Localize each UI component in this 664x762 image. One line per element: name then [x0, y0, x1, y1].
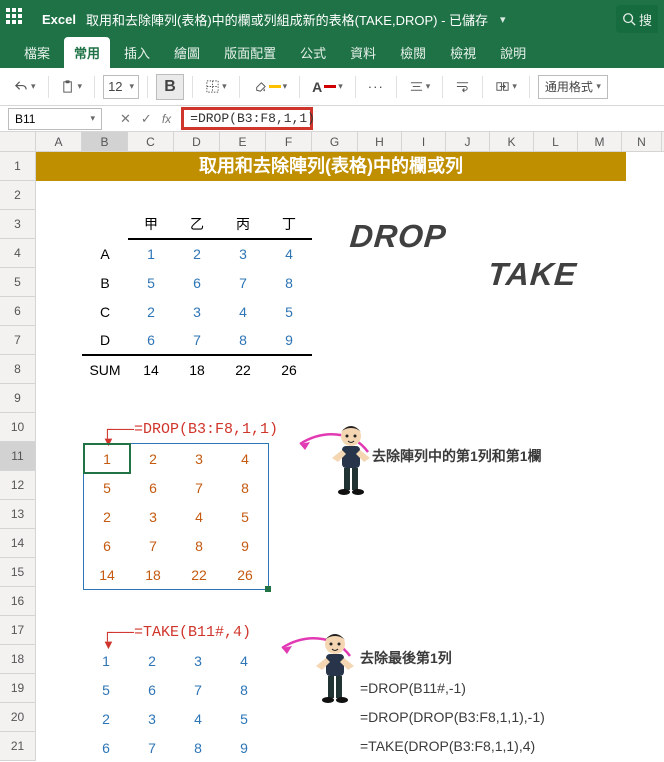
borders-button[interactable]: ▾: [201, 76, 231, 97]
row-header[interactable]: 3: [0, 210, 36, 239]
col-header[interactable]: C: [128, 132, 174, 151]
source-table: 甲 乙 丙 丁 A1234 B5678 C2345 D6789 SUM14182…: [82, 210, 312, 384]
row-header[interactable]: 6: [0, 297, 36, 326]
character-icon: [324, 422, 378, 505]
app-name: Excel: [42, 12, 76, 27]
formula-bar: B11▾ ✕ ✓ fx =DROP(B3:F8,1,1): [0, 106, 664, 132]
row-header[interactable]: 15: [0, 558, 36, 587]
cancel-icon[interactable]: ✕: [120, 111, 131, 127]
col-header[interactable]: H: [358, 132, 402, 151]
annotation-formula: =DROP(B11#,-1): [360, 680, 466, 696]
col-header[interactable]: E: [220, 132, 266, 151]
font-color-button[interactable]: A▾: [308, 76, 347, 98]
row-header[interactable]: 21: [0, 732, 36, 761]
worksheet[interactable]: A B C D E F G H I J K L M N 1 2 3 4 5 6 …: [0, 132, 664, 736]
col-header[interactable]: G: [312, 132, 358, 151]
tab-draw[interactable]: 繪圖: [164, 37, 210, 68]
app-launcher-icon[interactable]: [6, 8, 28, 30]
row-header[interactable]: 19: [0, 674, 36, 703]
col-header[interactable]: K: [490, 132, 534, 151]
tab-insert[interactable]: 插入: [114, 37, 160, 68]
title-banner: 取用和去除陣列(表格)中的欄或列: [36, 152, 626, 181]
col-header[interactable]: B: [82, 132, 128, 151]
row-header[interactable]: 2: [0, 181, 36, 210]
col-header[interactable]: J: [446, 132, 490, 151]
drop-result-table: 1234 5678 2345 6789 14182226: [83, 443, 269, 590]
col-header[interactable]: L: [534, 132, 578, 151]
row-header[interactable]: 7: [0, 326, 36, 355]
drop-word: DROP: [348, 218, 448, 255]
bold-button[interactable]: B: [156, 74, 184, 100]
row-header[interactable]: 13: [0, 500, 36, 529]
tab-layout[interactable]: 版面配置: [214, 37, 286, 68]
paste-button[interactable]: ▾: [57, 76, 87, 97]
formula-label-take: =TAKE(B11#,4): [134, 624, 251, 641]
row-header[interactable]: 14: [0, 529, 36, 558]
ribbon-tabs: 檔案 常用 插入 繪圖 版面配置 公式 資料 檢閱 檢視 說明: [0, 38, 664, 68]
merge-button[interactable]: ▾: [491, 76, 521, 97]
spill-handle[interactable]: [265, 586, 271, 592]
row-header[interactable]: 8: [0, 355, 36, 384]
tab-file[interactable]: 檔案: [14, 37, 60, 68]
row-header[interactable]: 1: [0, 152, 36, 181]
ribbon: ▾ ▾ 12▾ B ▾ ▾ A▾ ··· ▾ ▾ 通用格式▾: [0, 68, 664, 106]
name-box[interactable]: B11▾: [8, 108, 102, 130]
annotation-formula: =DROP(DROP(B3:F8,1,1),-1): [360, 709, 545, 725]
row-header[interactable]: 16: [0, 587, 36, 616]
titlebar: Excel 取用和去除陣列(表格)中的欄或列組成新的表格(TAKE,DROP) …: [0, 0, 664, 38]
take-result-table: 1234 5678 2345 6789: [83, 646, 267, 762]
col-header[interactable]: I: [402, 132, 446, 151]
font-size-input[interactable]: 12▾: [103, 75, 139, 99]
tab-home[interactable]: 常用: [64, 37, 110, 68]
formula-input[interactable]: =DROP(B3:F8,1,1): [181, 107, 313, 130]
row-header[interactable]: 12: [0, 471, 36, 500]
row-header[interactable]: 18: [0, 645, 36, 674]
document-title[interactable]: 取用和去除陣列(表格)中的欄或列組成新的表格(TAKE,DROP) - 已儲存: [86, 10, 488, 29]
fx-icon[interactable]: fx: [162, 112, 171, 126]
fill-color-button[interactable]: ▾: [248, 76, 292, 97]
col-header[interactable]: M: [578, 132, 622, 151]
col-header[interactable]: N: [622, 132, 662, 151]
tab-review[interactable]: 檢閱: [390, 37, 436, 68]
chevron-down-icon[interactable]: ▾: [500, 13, 506, 26]
take-word: TAKE: [486, 256, 578, 293]
tab-view[interactable]: 檢視: [440, 37, 486, 68]
formula-label-drop: =DROP(B3:F8,1,1): [134, 421, 278, 438]
row-header[interactable]: 20: [0, 703, 36, 732]
row-headers: 1 2 3 4 5 6 7 8 9 10 11 12 13 14 15 16 1…: [0, 152, 36, 761]
cell-area[interactable]: 取用和去除陣列(表格)中的欄或列 甲 乙 丙 丁 A1234 B5678 C23…: [36, 152, 664, 761]
row-header[interactable]: 11: [0, 442, 36, 471]
tab-help[interactable]: 說明: [490, 37, 536, 68]
tab-data[interactable]: 資料: [340, 37, 386, 68]
character-icon: [308, 630, 362, 713]
col-header[interactable]: F: [266, 132, 312, 151]
row-header[interactable]: 10: [0, 413, 36, 442]
row-header[interactable]: 9: [0, 384, 36, 413]
enter-icon[interactable]: ✓: [141, 111, 152, 127]
font-more-button[interactable]: ···: [364, 76, 388, 97]
wrap-text-button[interactable]: [451, 76, 474, 97]
col-header[interactable]: A: [36, 132, 82, 151]
number-format-select[interactable]: 通用格式▾: [538, 75, 608, 99]
col-header[interactable]: D: [174, 132, 220, 151]
row-header[interactable]: 17: [0, 616, 36, 645]
annotation-take-title: 去除最後第1列: [360, 648, 452, 668]
row-header[interactable]: 4: [0, 239, 36, 268]
align-middle-button[interactable]: ▾: [405, 76, 435, 97]
row-header[interactable]: 5: [0, 268, 36, 297]
search-button[interactable]: 搜: [616, 5, 658, 33]
tab-formulas[interactable]: 公式: [290, 37, 336, 68]
annotation-formula: =TAKE(DROP(B3:F8,1,1),4): [360, 738, 535, 754]
annotation-drop: 去除陣列中的第1列和第1欄: [372, 446, 542, 466]
select-all-corner[interactable]: [0, 132, 36, 151]
undo-button[interactable]: ▾: [10, 76, 40, 97]
